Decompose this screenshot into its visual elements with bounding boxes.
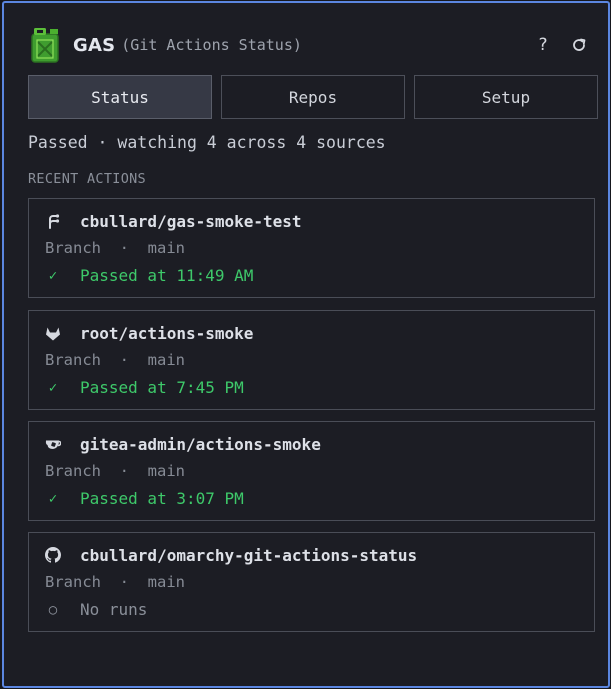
repo-name: cbullard/gas-smoke-test <box>80 211 302 231</box>
run-status-text: Passed at 7:45 PM <box>80 378 244 397</box>
card-title-row: root/actions-smoke <box>45 322 253 344</box>
gitea-icon <box>45 436 61 452</box>
app-subtitle: (Git Actions Status) <box>121 36 302 54</box>
run-status-text: Passed at 11:49 AM <box>80 266 254 285</box>
section-heading: RECENT ACTIONS <box>28 171 146 187</box>
check-icon: ✓ <box>48 379 58 396</box>
refresh-button[interactable] <box>570 36 588 54</box>
action-card[interactable]: gitea-admin/actions-smoke Branch · main … <box>28 421 595 521</box>
action-card[interactable]: cbullard/omarchy-git-actions-status Bran… <box>28 532 595 632</box>
check-icon: ✓ <box>48 490 58 507</box>
refresh-icon <box>573 38 586 51</box>
branch-info: Branch · main <box>45 462 185 480</box>
run-status: ○ No runs <box>45 600 148 619</box>
branch-info: Branch · main <box>45 573 185 591</box>
card-title-row: gitea-admin/actions-smoke <box>45 433 321 455</box>
check-icon: ✓ <box>48 267 58 284</box>
tab-repos[interactable]: Repos <box>221 75 405 119</box>
repo-name: cbullard/omarchy-git-actions-status <box>80 545 418 565</box>
status-summary: Passed · watching 4 across 4 sources <box>28 133 386 152</box>
action-card[interactable]: cbullard/gas-smoke-test Branch · main ✓ … <box>28 198 595 298</box>
circle-icon: ○ <box>48 601 58 618</box>
tab-setup[interactable]: Setup <box>414 75 598 119</box>
app-window: GAS (Git Actions Status) ? Status Repos … <box>2 1 610 688</box>
repo-name: root/actions-smoke <box>80 323 254 343</box>
gitlab-icon <box>45 325 61 341</box>
run-status: ✓ Passed at 3:07 PM <box>45 489 244 508</box>
header: GAS (Git Actions Status) ? <box>28 25 588 65</box>
help-button[interactable]: ? <box>538 35 548 55</box>
fuel-can-icon <box>31 28 59 63</box>
action-card[interactable]: root/actions-smoke Branch · main ✓ Passe… <box>28 310 595 410</box>
forgejo-icon <box>45 213 61 229</box>
run-status-text: Passed at 3:07 PM <box>80 489 244 508</box>
run-status: ✓ Passed at 7:45 PM <box>45 378 244 397</box>
card-title-row: cbullard/omarchy-git-actions-status <box>45 544 417 566</box>
branch-info: Branch · main <box>45 239 185 257</box>
run-status: ✓ Passed at 11:49 AM <box>45 266 254 285</box>
tab-status[interactable]: Status <box>28 75 212 119</box>
header-actions: ? <box>538 35 588 55</box>
branch-info: Branch · main <box>45 351 185 369</box>
repo-name: gitea-admin/actions-smoke <box>80 434 321 454</box>
card-title-row: cbullard/gas-smoke-test <box>45 210 302 232</box>
app-name: GAS <box>73 34 116 56</box>
run-status-text: No runs <box>80 600 148 619</box>
github-icon <box>45 547 61 563</box>
tab-bar: Status Repos Setup <box>28 75 598 119</box>
